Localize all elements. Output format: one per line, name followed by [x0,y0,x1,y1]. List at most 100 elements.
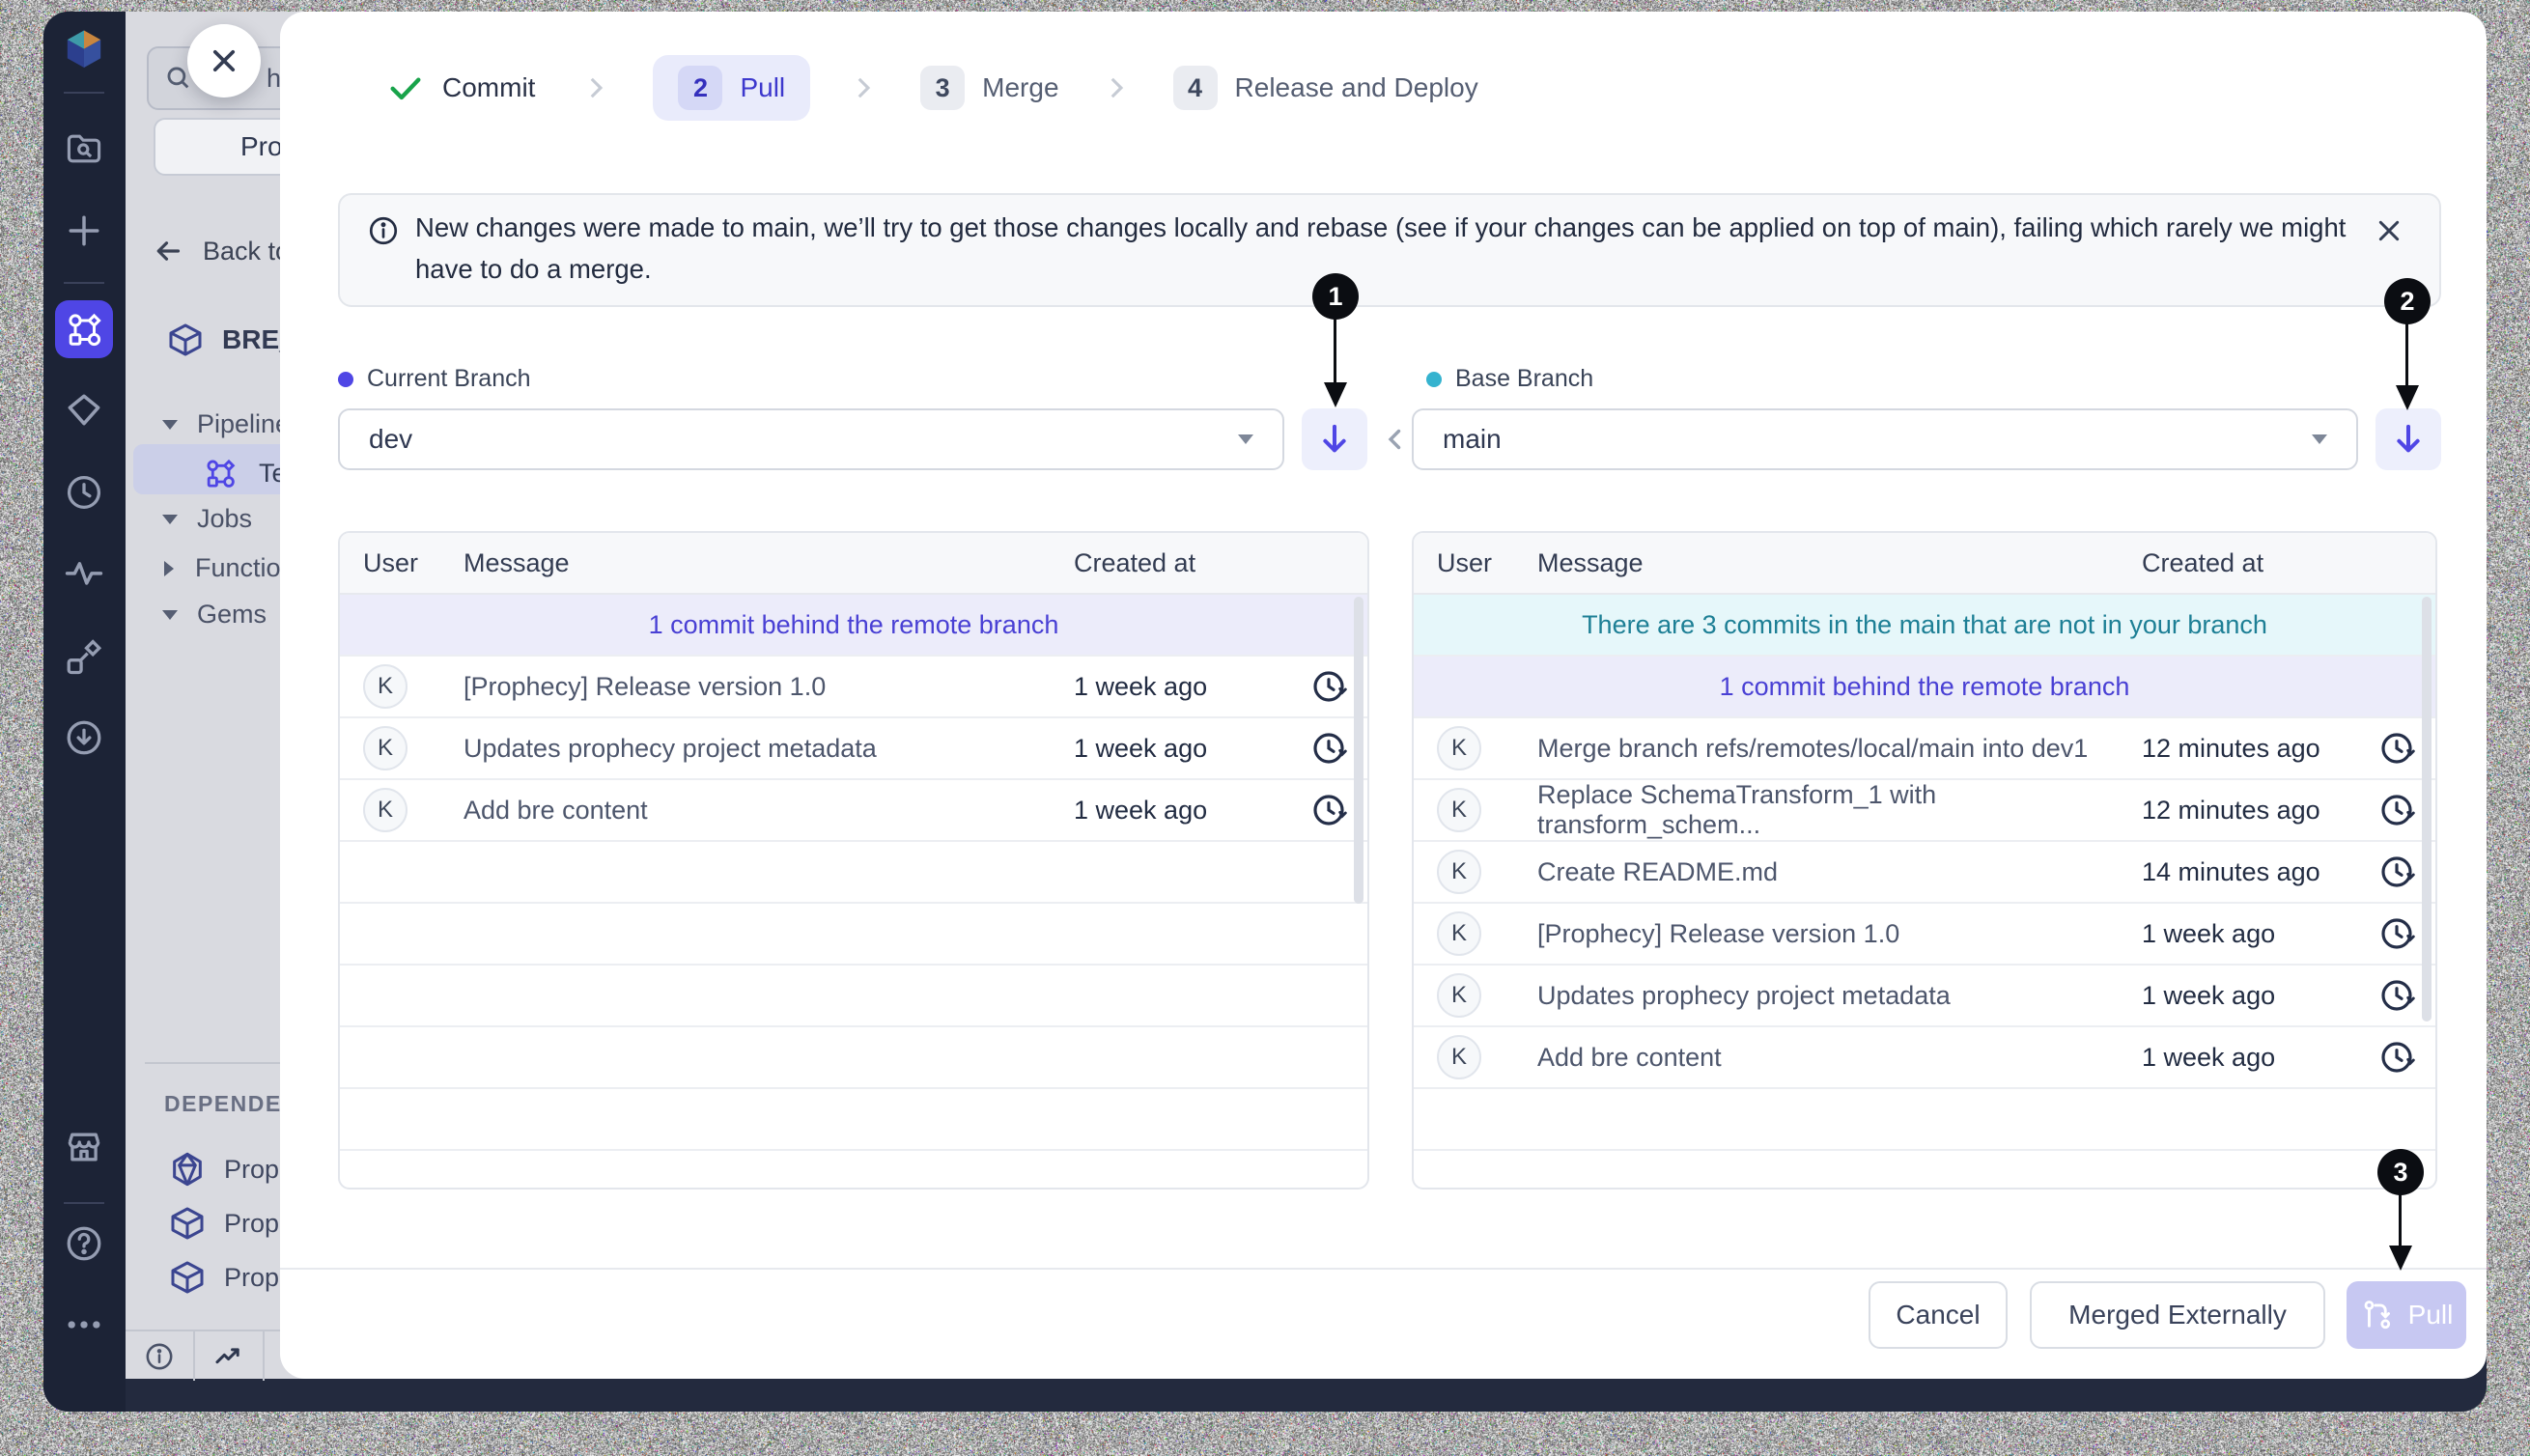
marketplace-icon[interactable] [63,1126,105,1168]
activity-icon[interactable] [63,551,105,594]
gem-icon[interactable] [63,388,105,431]
commit-row[interactable]: K Merge branch refs/remotes/local/main in… [1414,718,2435,780]
close-icon[interactable] [2374,215,2404,246]
commit-created-at: 12 minutes ago [2142,796,2358,826]
history-icon[interactable] [1309,791,1348,829]
commit-row[interactable]: K Create README.md 14 minutes ago [1414,842,2435,904]
step-merge[interactable]: Merge [982,72,1058,103]
commit-row[interactable]: K Updates prophecy project metadata 1 week… [1414,966,2435,1027]
project-search-icon[interactable] [63,127,105,170]
annotation-arrow-1 [1334,318,1336,383]
hexagon-package-icon [168,1150,207,1189]
commit-created-at: 1 week ago [2142,919,2358,949]
search-value: h [267,64,281,94]
base-branch-select[interactable]: main [1412,408,2358,470]
tree-pipelines[interactable]: Pipeline [162,409,290,439]
commit-message: Replace SchemaTransform_1 with transform… [1537,780,2142,840]
commit-row[interactable]: K Add bre content 1 week ago [340,780,1367,842]
check-icon [386,69,425,107]
commit-message: Updates prophecy project metadata [1537,981,2142,1011]
commit-row[interactable]: K Add bre content 1 week ago [1414,1027,2435,1089]
arrow-left-icon [151,234,185,268]
fetch-current-button[interactable] [1302,408,1367,470]
pull-button[interactable]: Pull [2347,1281,2466,1349]
user-avatar: K [363,788,408,832]
current-branch-commits-table: User Message Created at 1 commit behind … [338,531,1369,1190]
step-commit[interactable]: Commit [442,72,535,103]
empty-row [340,966,1367,1027]
info-icon[interactable] [126,1331,195,1381]
add-icon[interactable] [63,210,105,252]
dialog-close-button[interactable] [187,24,261,98]
step-number: 4 [1173,66,1218,110]
history-icon[interactable] [2377,729,2416,768]
col-user: User [1414,548,1537,578]
more-icon[interactable] [63,1303,105,1346]
commit-message: Updates prophecy project metadata [464,734,1074,764]
help-icon[interactable] [63,1222,105,1265]
step-pull-active[interactable]: 2 Pull [653,55,810,121]
app-window: h Proje Back to BRE_Ru Pipeline Tes Jobs [43,12,2487,1412]
commit-row[interactable]: K [Prophecy] Release version 1.0 1 week ag… [1414,904,2435,966]
commit-created-at: 1 week ago [1074,672,1290,702]
history-icon[interactable] [1309,667,1348,706]
history-icon[interactable] [2377,1038,2416,1077]
history-icon[interactable] [1309,729,1348,768]
user-cell: K [340,726,464,770]
col-created-at: Created at [1074,548,1290,578]
current-branch-select[interactable]: dev [338,408,1284,470]
commit-message: Add bre content [464,796,1074,826]
step-release-deploy[interactable]: Release and Deploy [1235,72,1478,103]
tree-gems[interactable]: Gems [162,600,267,630]
chevron-right-icon [164,561,174,576]
fetch-base-button[interactable] [2375,408,2441,470]
history-icon[interactable] [2377,914,2416,953]
base-branch-commits-table: User Message Created at There are 3 comm… [1412,531,2437,1190]
empty-row [1414,1151,2435,1190]
pipelines-icon-active[interactable] [55,300,113,358]
tree-functions[interactable]: Functio [164,553,281,583]
commit-row[interactable]: K [Prophecy] Release version 1.0 1 week ag… [340,657,1367,718]
user-avatar: K [1437,788,1481,832]
git-pull-icon [2360,1298,2395,1332]
back-link[interactable]: Back to [151,234,290,268]
table-header: User Message Created at [1414,533,2435,595]
scrollbar-thumb[interactable] [1354,597,1363,904]
user-avatar: K [1437,726,1481,770]
commit-message: Create README.md [1537,857,2142,887]
col-message: Message [1537,548,2142,578]
cube-icon [168,1258,207,1297]
download-icon[interactable] [63,716,105,759]
close-icon [208,44,240,77]
branch-dot [1426,372,1442,387]
commit-message: Add bre content [1537,1043,2142,1073]
step-number: 3 [920,66,965,110]
clock-icon[interactable] [63,471,105,514]
annotation-arrow-3 [2399,1193,2402,1247]
history-icon[interactable] [2377,853,2416,891]
cancel-button[interactable]: Cancel [1869,1281,2008,1349]
history-icon[interactable] [2377,791,2416,829]
caret-down-icon [2312,434,2327,444]
empty-row [1414,1089,2435,1151]
current-branch-label: Current Branch [338,365,531,393]
commit-created-at: 1 week ago [1074,734,1290,764]
merged-externally-button[interactable]: Merged Externally [2030,1281,2325,1349]
trend-icon[interactable] [195,1331,265,1381]
prophecy-logo[interactable] [56,23,112,73]
chevron-down-icon [162,515,178,524]
commit-row[interactable]: K Updates prophecy project metadata 1 week… [340,718,1367,780]
graph-icon[interactable] [63,635,105,678]
col-created-at: Created at [2142,548,2358,578]
commit-row[interactable]: K Replace SchemaTransform_1 with transfor… [1414,780,2435,842]
chevron-right-icon [847,71,880,104]
col-message: Message [464,548,1074,578]
chevron-left-icon [1379,423,1412,456]
caret-down-icon [1238,434,1253,444]
history-icon[interactable] [2377,976,2416,1015]
cube-icon [168,1204,207,1243]
user-avatar: K [1437,1035,1481,1079]
tree-jobs[interactable]: Jobs [162,504,252,534]
annotation-badge-1: 1 [1312,273,1359,320]
scrollbar-thumb[interactable] [2422,597,2432,1022]
